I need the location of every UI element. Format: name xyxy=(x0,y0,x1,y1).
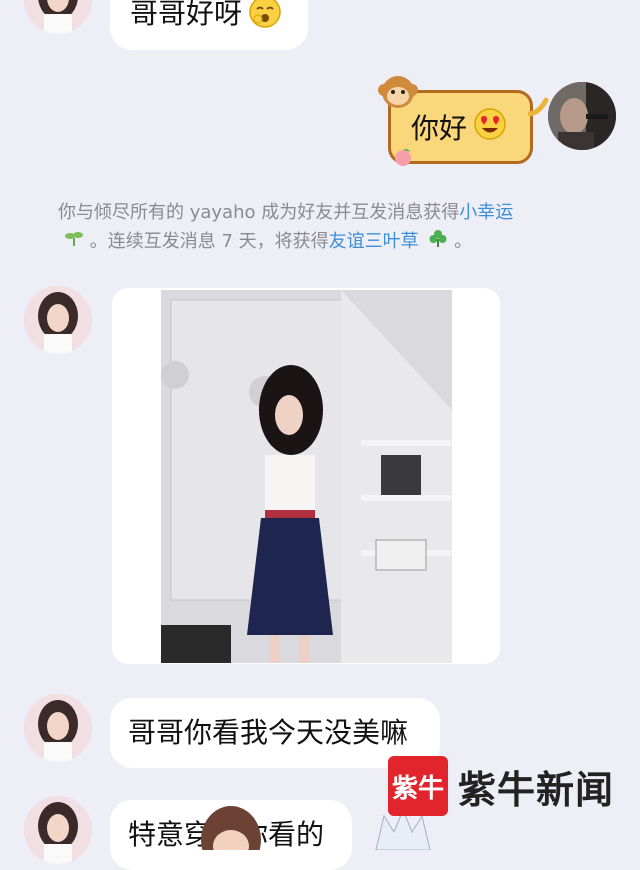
watermark-logo: 紫牛 xyxy=(388,756,448,816)
heart-eyes-face-icon xyxy=(473,107,507,148)
system-notice: 你与倾尽所有的 yayaho 成为好友并互发消息获得小幸运 。连续互发消息 7 … xyxy=(58,198,588,257)
contact-avatar[interactable] xyxy=(24,694,92,762)
clover-icon xyxy=(428,228,448,257)
message-bubble[interactable]: 哥哥好呀 xyxy=(110,0,308,50)
system-notice-text: 你与倾尽所有的 yayaho 成为好友并互发消息获得 xyxy=(58,202,460,223)
system-notice-text: 。 xyxy=(454,231,473,252)
message-text: 哥哥你看我今天没美嘛 xyxy=(128,716,409,749)
clover-link[interactable]: 友谊三叶草 xyxy=(329,231,419,252)
monkey-sticker-icon xyxy=(376,72,420,116)
photo-image[interactable] xyxy=(161,290,452,663)
watermark-text: 紫牛新闻 xyxy=(458,766,615,812)
sprout-icon xyxy=(64,228,84,257)
contact-avatar[interactable] xyxy=(24,0,92,34)
cartoon-sticker-icon xyxy=(196,800,266,870)
peach-icon xyxy=(392,146,414,172)
system-notice-text: 。连续互发消息 7 天，将获得 xyxy=(89,231,329,252)
contact-avatar[interactable] xyxy=(24,286,92,354)
news-watermark: 紫牛 紫牛新闻 xyxy=(388,756,614,816)
lucky-link[interactable]: 小幸运 xyxy=(459,202,513,223)
yawning-face-icon xyxy=(248,0,282,34)
message-text: 哥哥好呀 xyxy=(130,0,243,30)
banana-tail-icon xyxy=(527,96,550,122)
my-avatar[interactable] xyxy=(548,82,616,150)
contact-avatar[interactable] xyxy=(24,796,92,864)
